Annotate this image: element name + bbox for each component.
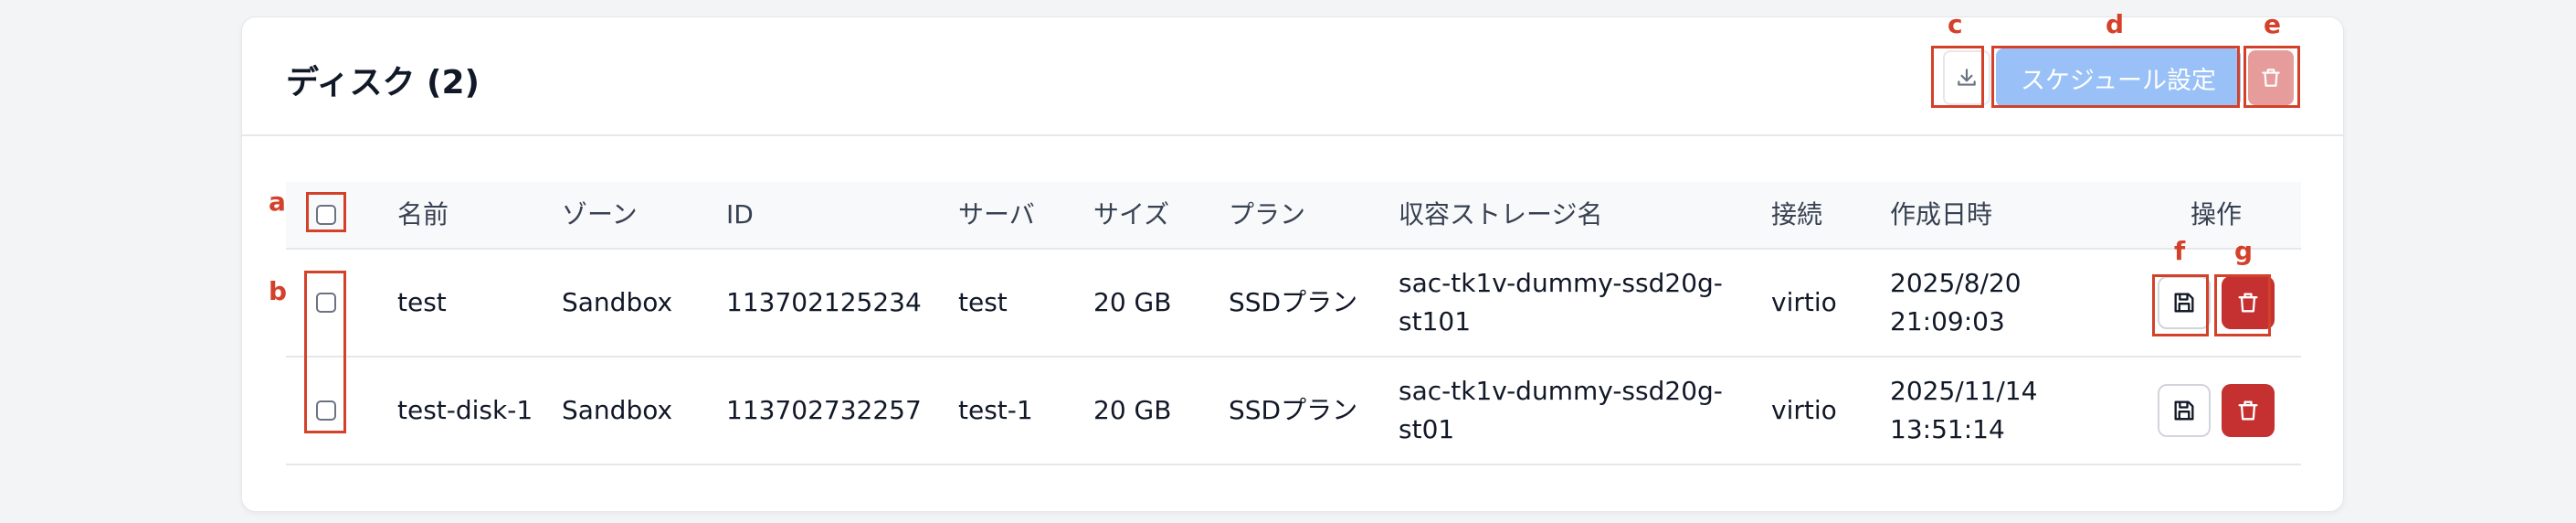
annotation-box-g bbox=[2214, 274, 2271, 336]
disk-created: 2025/11/14 13:51:14 bbox=[1890, 376, 2038, 444]
disk-id: 113702732257 bbox=[726, 395, 922, 425]
disk-server: test-1 bbox=[958, 395, 1033, 425]
annotation-label-c: c bbox=[1948, 9, 1963, 39]
disk-connection: virtio bbox=[1771, 395, 1837, 425]
panel-title: ディスク (2) bbox=[286, 64, 480, 101]
annotation-label-f: f bbox=[2174, 236, 2186, 266]
annotation-label-a: a bbox=[269, 187, 286, 217]
annotation-box-c bbox=[1931, 46, 1984, 108]
row-actions bbox=[2131, 358, 2301, 464]
header-name[interactable]: 名前 bbox=[397, 182, 553, 248]
disk-size: 20 GB bbox=[1093, 287, 1172, 317]
disk-size: 20 GB bbox=[1093, 395, 1172, 425]
annotation-box-f bbox=[2152, 274, 2209, 336]
header-id[interactable]: ID bbox=[726, 182, 955, 248]
disk-created: 2025/8/20 21:09:03 bbox=[1890, 268, 2022, 336]
annotation-label-d: d bbox=[2106, 9, 2125, 39]
header-zone[interactable]: ゾーン bbox=[562, 182, 717, 248]
header-size[interactable]: サイズ bbox=[1093, 182, 1221, 248]
trash-icon bbox=[2235, 397, 2261, 424]
annotation-box-e bbox=[2243, 46, 2300, 108]
annotation-label-e: e bbox=[2264, 9, 2281, 39]
disk-name[interactable]: test-disk-1 bbox=[397, 358, 553, 464]
header-connection[interactable]: 接続 bbox=[1771, 182, 1881, 248]
annotation-box-a bbox=[306, 192, 346, 232]
disk-storage: sac-tk1v-dummy-ssd20g-st101 bbox=[1399, 268, 1723, 336]
annotation-box-d bbox=[1991, 46, 2240, 108]
disk-connection: virtio bbox=[1771, 287, 1837, 317]
disk-zone: Sandbox bbox=[562, 287, 673, 317]
delete-button[interactable] bbox=[2222, 384, 2275, 437]
disk-storage: sac-tk1v-dummy-ssd20g-st01 bbox=[1399, 376, 1723, 444]
disk-plan: SSDプラン bbox=[1229, 395, 1358, 425]
header-created[interactable]: 作成日時 bbox=[1890, 182, 2073, 248]
disk-zone: Sandbox bbox=[562, 395, 673, 425]
header-actions: 操作 bbox=[2190, 199, 2242, 229]
disk-id: 113702125234 bbox=[726, 287, 922, 317]
header-server[interactable]: サーバ bbox=[958, 182, 1086, 248]
annotation-label-g: g bbox=[2234, 236, 2254, 266]
table-row: test-disk-1 Sandbox 113702732257 test-1 … bbox=[286, 358, 2301, 465]
save-icon bbox=[2171, 398, 2197, 423]
annotation-label-b: b bbox=[269, 276, 288, 306]
annotation-box-b bbox=[304, 271, 346, 433]
disk-server: test bbox=[958, 287, 1008, 317]
table-row: test Sandbox 113702125234 test 20 GB SSD… bbox=[286, 250, 2301, 358]
header-plan[interactable]: プラン bbox=[1229, 182, 1393, 248]
disk-name[interactable]: test bbox=[397, 250, 553, 356]
save-button[interactable] bbox=[2158, 384, 2211, 437]
header-storage[interactable]: 収容ストレージ名 bbox=[1399, 182, 1755, 248]
table-header-row: 名前 ゾーン ID サーバ サイズ プラン 収容ストレージ名 接続 作成日時 操… bbox=[286, 182, 2301, 250]
disk-plan: SSDプラン bbox=[1229, 287, 1358, 317]
